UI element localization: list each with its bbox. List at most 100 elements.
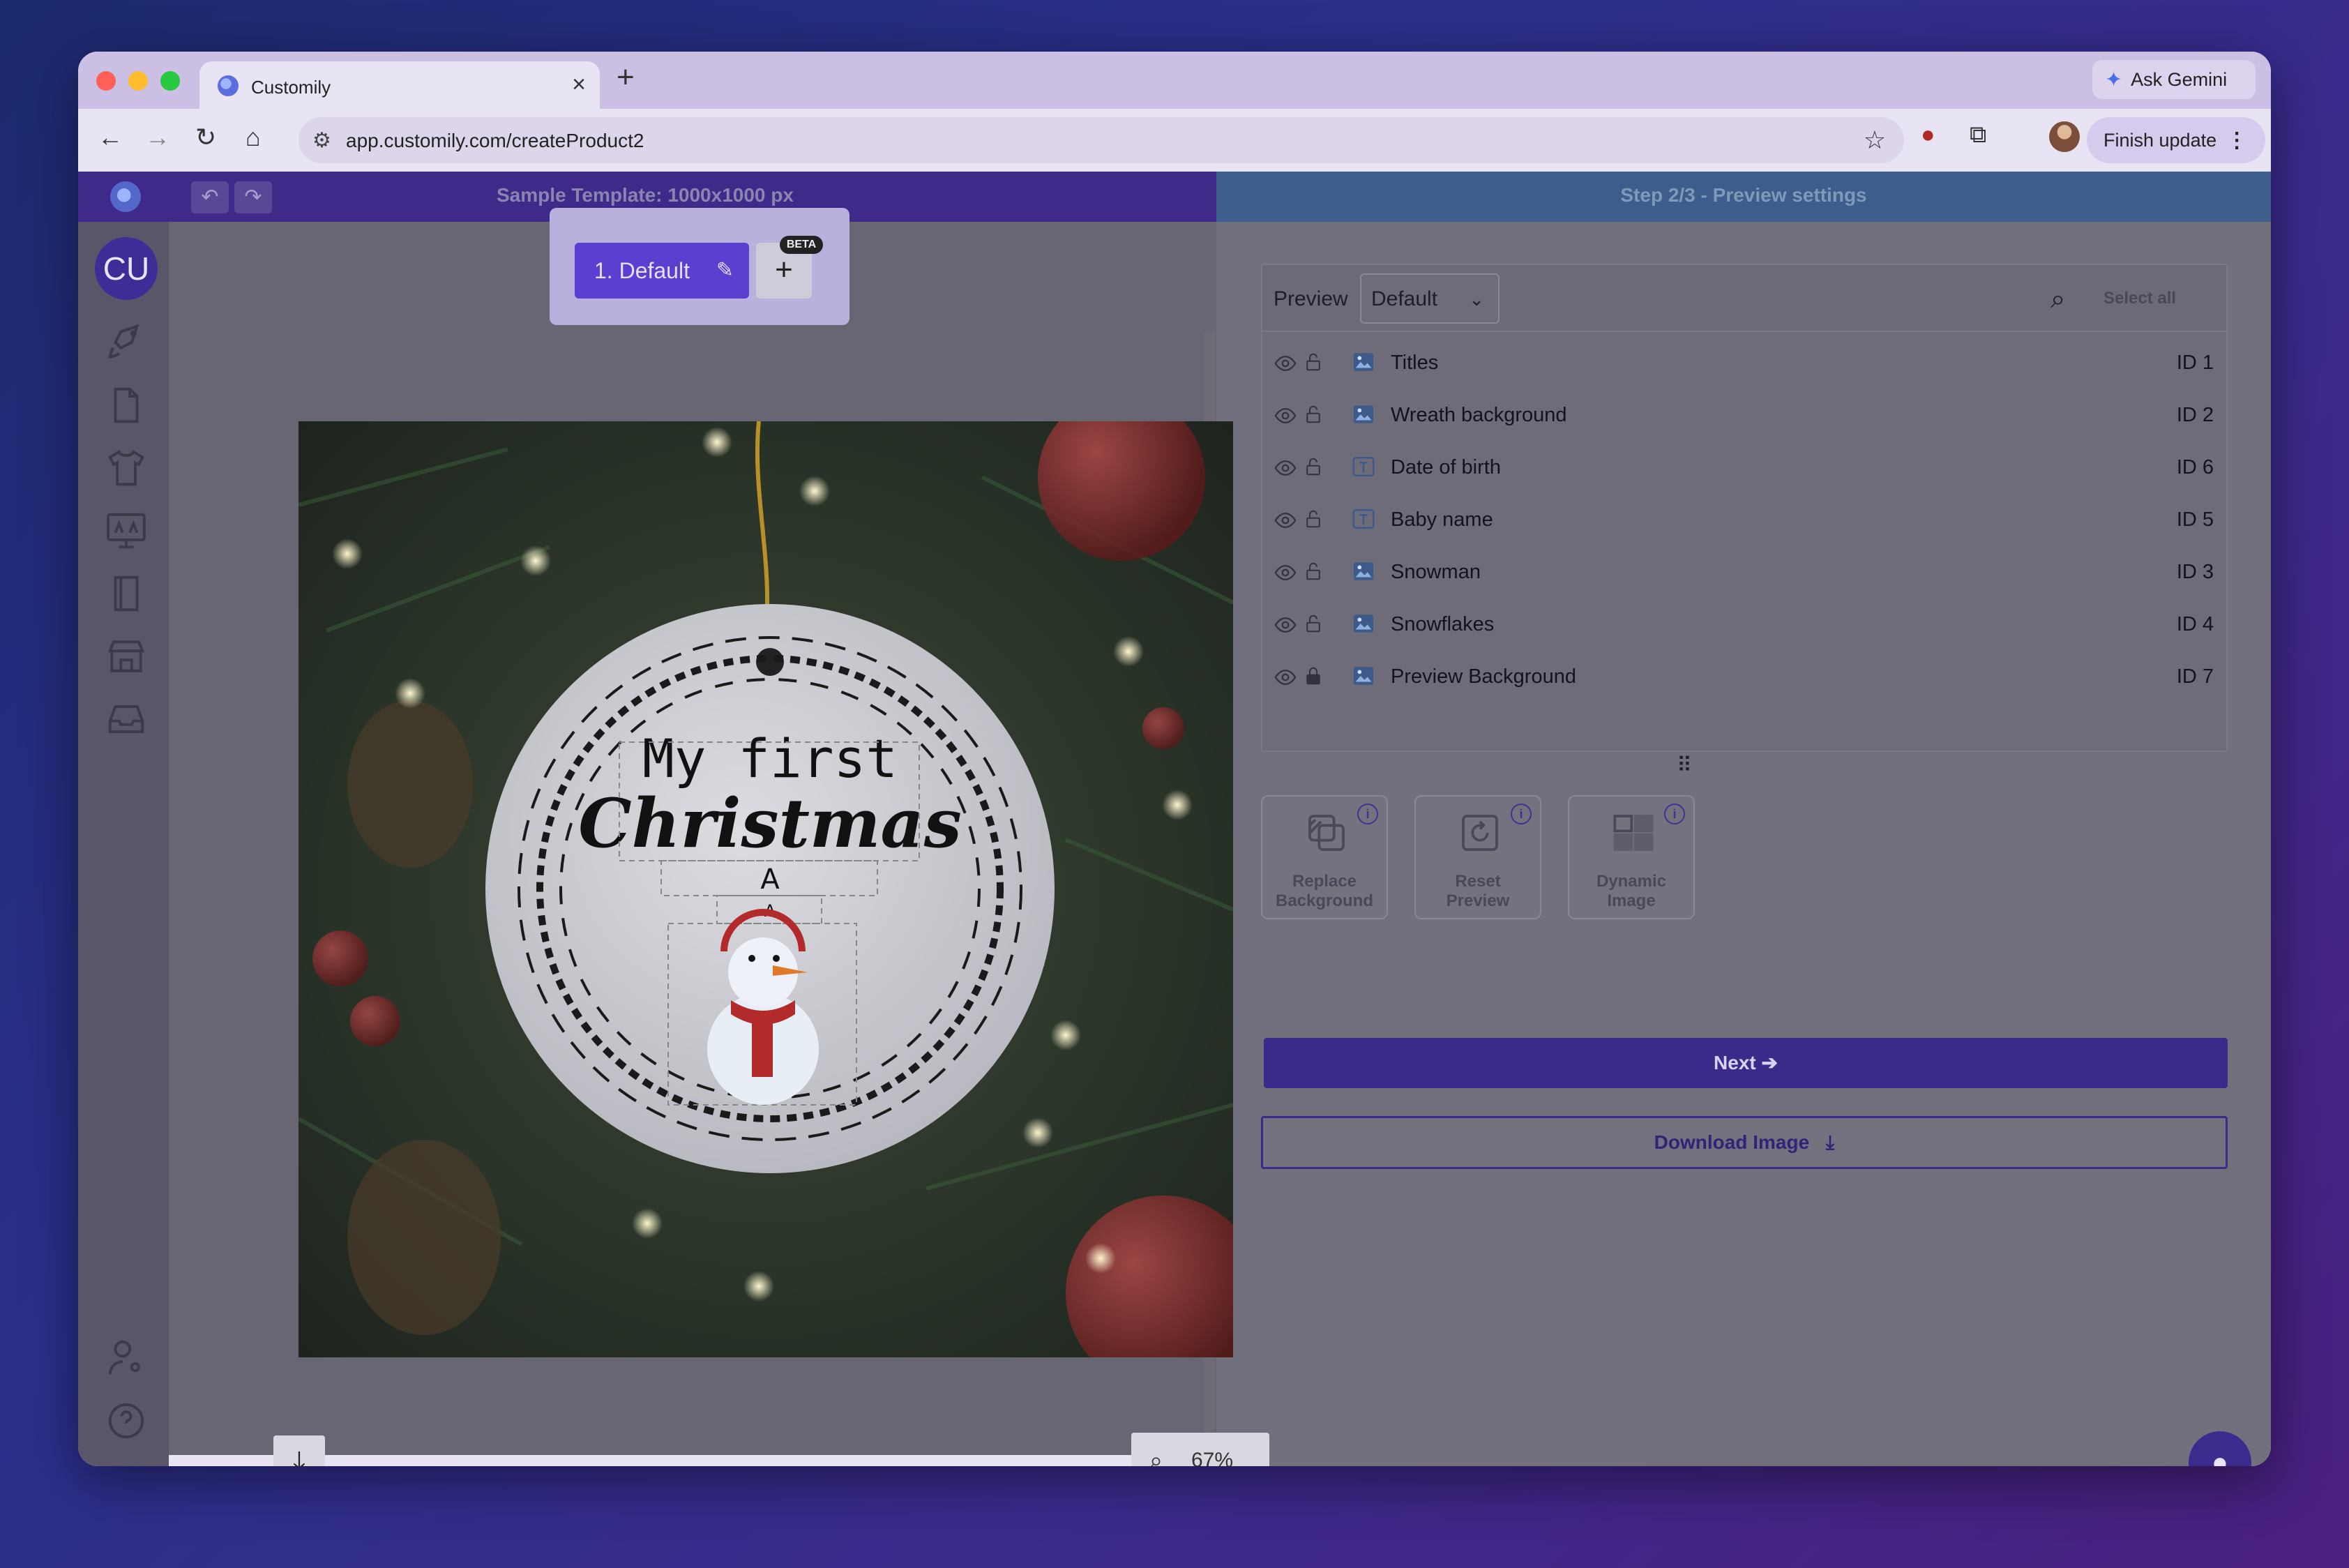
customily-favicon-icon bbox=[218, 75, 239, 96]
layer-name: Wreath background bbox=[1391, 404, 1567, 426]
select-all-button[interactable]: Select all bbox=[2103, 289, 2176, 308]
layer-row[interactable]: Wreath background ID 2 bbox=[1262, 390, 2226, 442]
search-icon[interactable]: ⌕ bbox=[2050, 285, 2065, 315]
preview-display-icon[interactable] bbox=[105, 509, 148, 552]
unlock-icon[interactable] bbox=[1303, 559, 1324, 583]
text-icon bbox=[1352, 455, 1375, 478]
new-tab-button[interactable]: + bbox=[617, 60, 635, 95]
variant-default-button[interactable]: 1. Default ✎ bbox=[575, 243, 749, 299]
image-icon bbox=[1352, 559, 1375, 583]
unlock-icon[interactable] bbox=[1303, 455, 1324, 478]
profile-avatar[interactable] bbox=[2049, 121, 2080, 152]
image-icon bbox=[1352, 664, 1375, 688]
site-settings-icon[interactable]: ⚙ bbox=[312, 128, 331, 153]
eye-visibility-icon[interactable] bbox=[1274, 456, 1297, 480]
gemini-sparkle-icon: ✦ bbox=[2105, 68, 2123, 91]
ask-gemini-button[interactable]: ✦ Ask Gemini bbox=[2092, 60, 2256, 99]
home-icon[interactable]: ⌂ bbox=[246, 123, 261, 152]
layer-row[interactable]: Snowman ID 3 bbox=[1262, 547, 2226, 598]
ask-gemini-label: Ask Gemini bbox=[2131, 68, 2228, 90]
step-strip: Step 2/3 - Preview settings bbox=[1216, 172, 2271, 222]
preview-select[interactable]: Default ⌄ bbox=[1360, 273, 1500, 324]
pencil-edit-icon[interactable]: ✎ bbox=[716, 243, 734, 299]
tab-close-icon[interactable]: × bbox=[572, 71, 586, 98]
variant-popover: 1. Default ✎ + BETA bbox=[550, 208, 849, 325]
info-icon[interactable]: i bbox=[1357, 804, 1378, 824]
minimize-window-button[interactable] bbox=[128, 71, 148, 91]
book-icon[interactable] bbox=[105, 572, 148, 615]
chevron-down-icon: ⌄ bbox=[1469, 289, 1484, 310]
eye-visibility-icon[interactable] bbox=[1274, 508, 1297, 532]
unlock-icon[interactable] bbox=[1303, 612, 1324, 635]
resize-grip-icon[interactable]: ⠿ bbox=[1677, 753, 1692, 778]
customily-logo-icon[interactable] bbox=[110, 181, 141, 212]
replace-background-label: Replace Background bbox=[1275, 872, 1373, 910]
canvas-download-icon[interactable]: ⤓ bbox=[273, 1435, 325, 1466]
unlock-icon[interactable] bbox=[1303, 350, 1324, 374]
redo-icon[interactable]: ↷ bbox=[234, 181, 272, 213]
reload-icon[interactable]: ↻ bbox=[195, 123, 216, 152]
maximize-window-button[interactable] bbox=[160, 71, 180, 91]
info-icon[interactable]: i bbox=[1664, 804, 1685, 824]
template-title: Sample Template: 1000x1000 px bbox=[497, 184, 794, 206]
finish-update-button[interactable]: Finish update ⋮ bbox=[2087, 117, 2265, 163]
left-sidebar: CU bbox=[78, 222, 169, 1466]
eye-visibility-icon[interactable] bbox=[1274, 665, 1297, 689]
tshirt-icon[interactable] bbox=[105, 446, 148, 490]
help-icon[interactable] bbox=[105, 1399, 148, 1442]
replace-background-button[interactable]: i Replace Background bbox=[1261, 795, 1388, 919]
eye-visibility-icon[interactable] bbox=[1274, 352, 1297, 375]
dynamic-image-icon bbox=[1611, 811, 1656, 859]
eye-visibility-icon[interactable] bbox=[1274, 404, 1297, 428]
url-text[interactable]: app.customily.com/createProduct2 bbox=[346, 130, 644, 152]
user-settings-icon[interactable] bbox=[105, 1336, 148, 1380]
back-arrow-icon[interactable]: ← bbox=[98, 123, 123, 152]
layer-id: ID 2 bbox=[2176, 404, 2214, 426]
unlock-icon[interactable] bbox=[1303, 402, 1324, 426]
file-icon[interactable] bbox=[105, 384, 148, 427]
eye-visibility-icon[interactable] bbox=[1274, 561, 1297, 585]
layer-id: ID 1 bbox=[2176, 352, 2214, 374]
more-menu-icon[interactable]: ⋮ bbox=[2226, 128, 2247, 153]
preview-label: Preview bbox=[1274, 287, 1348, 310]
layer-name: Snowflakes bbox=[1391, 613, 1495, 635]
layer-row[interactable]: Titles ID 1 bbox=[1262, 338, 2226, 389]
unlock-icon[interactable] bbox=[1303, 507, 1324, 531]
logout-icon[interactable] bbox=[105, 1462, 148, 1466]
rocket-icon[interactable] bbox=[105, 321, 148, 364]
lock-icon[interactable] bbox=[1303, 664, 1324, 688]
reset-preview-button[interactable]: i Reset Preview bbox=[1414, 795, 1541, 919]
address-bar[interactable]: ⚙ app.customily.com/createProduct2 ☆ bbox=[299, 117, 1904, 163]
step-title: Step 2/3 - Preview settings bbox=[1620, 184, 1867, 206]
download-image-button[interactable]: Download Image ⤓ bbox=[1261, 1116, 2228, 1169]
layer-row[interactable]: Snowflakes ID 4 bbox=[1262, 599, 2226, 651]
text-icon bbox=[1352, 507, 1375, 531]
layer-row[interactable]: Baby name ID 5 bbox=[1262, 495, 2226, 546]
browser-tab[interactable]: Customily × bbox=[199, 61, 600, 109]
image-icon bbox=[1352, 350, 1375, 374]
browser-window: Customily × + ✦ Ask Gemini ← → ↻ ⌂ ⚙ app… bbox=[78, 52, 2271, 1466]
extensions-puzzle-icon[interactable]: ⧉ bbox=[1970, 121, 1986, 149]
forward-arrow-icon[interactable]: → bbox=[145, 123, 170, 152]
close-window-button[interactable] bbox=[96, 71, 116, 91]
layer-row[interactable]: Preview Background ID 7 bbox=[1262, 651, 2226, 703]
next-button[interactable]: Next ➔ bbox=[1264, 1038, 2228, 1088]
undo-icon[interactable]: ↶ bbox=[191, 181, 229, 213]
inbox-icon[interactable] bbox=[105, 698, 148, 741]
dynamic-image-label: Dynamic Image bbox=[1596, 872, 1667, 910]
info-icon[interactable]: i bbox=[1511, 804, 1532, 824]
bookmark-star-icon[interactable]: ☆ bbox=[1864, 126, 1886, 155]
layer-id: ID 4 bbox=[2176, 613, 2214, 635]
layer-row[interactable]: Date of birth ID 6 bbox=[1262, 442, 2226, 494]
eye-visibility-icon[interactable] bbox=[1274, 613, 1297, 637]
product-preview-image[interactable]: My first Christmas A A bbox=[297, 393, 1261, 1391]
reset-preview-label: Reset Preview bbox=[1446, 872, 1510, 910]
user-avatar[interactable]: CU bbox=[95, 237, 158, 300]
chat-support-icon[interactable]: ● bbox=[2189, 1431, 2251, 1466]
layer-name: Snowman bbox=[1391, 561, 1481, 583]
zoom-control[interactable]: ⌕ 67% bbox=[1131, 1433, 1269, 1466]
dynamic-image-button[interactable]: i Dynamic Image bbox=[1568, 795, 1695, 919]
layer-name: Titles bbox=[1391, 352, 1439, 374]
store-icon[interactable] bbox=[105, 635, 148, 678]
extension-red-icon[interactable]: ● bbox=[1921, 121, 1935, 149]
